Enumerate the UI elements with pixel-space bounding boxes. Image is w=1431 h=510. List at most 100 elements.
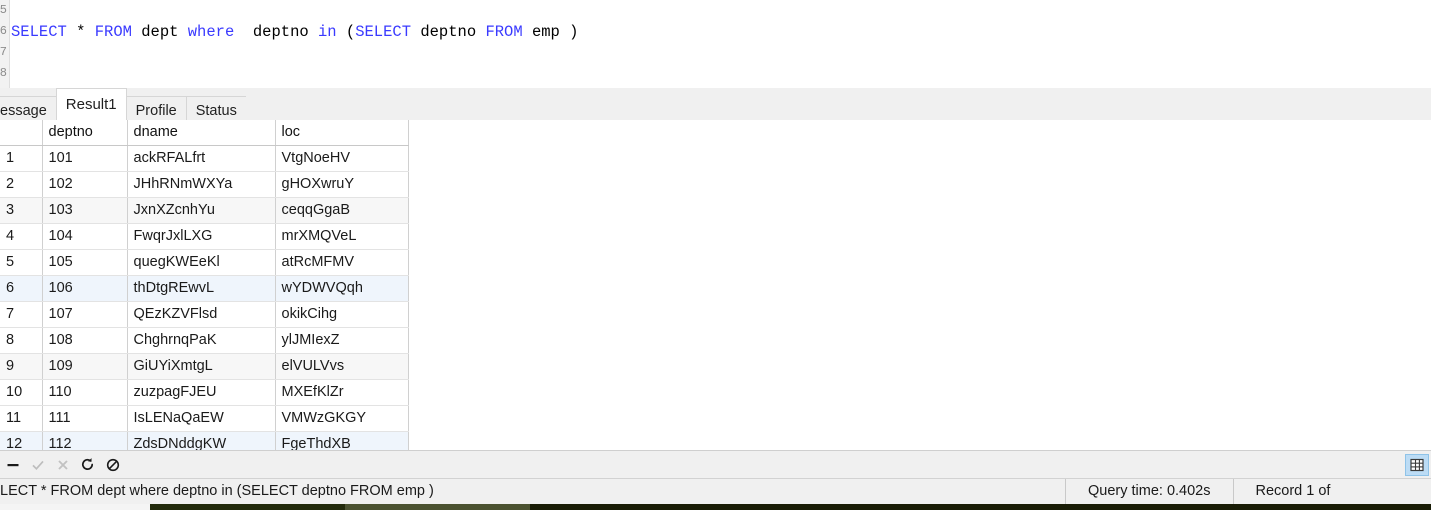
table-row[interactable]: 6 106 thDtgREwvL wYDWVQqh bbox=[0, 275, 409, 302]
column-header-deptno[interactable]: deptno bbox=[42, 120, 128, 146]
cell-rownum[interactable]: 2 bbox=[0, 171, 43, 198]
cell-rownum[interactable]: 5 bbox=[0, 249, 43, 276]
cell-loc[interactable]: ceqqGgaB bbox=[275, 197, 409, 224]
cell-rownum[interactable]: 10 bbox=[0, 379, 43, 406]
sql-token: deptno bbox=[411, 23, 486, 41]
sql-keyword: FROM bbox=[485, 23, 523, 41]
window-bottom-strip bbox=[0, 504, 1431, 510]
cell-loc[interactable]: okikCihg bbox=[275, 301, 409, 328]
cell-dname[interactable]: ChghrnqPaK bbox=[127, 327, 276, 354]
table-row[interactable]: 2 102 JHhRNmWXYa gHOXwruY bbox=[0, 171, 409, 198]
cell-dname[interactable]: zuzpagFJEU bbox=[127, 379, 276, 406]
cell-loc[interactable]: wYDWVQqh bbox=[275, 275, 409, 302]
cell-deptno[interactable]: 112 bbox=[42, 431, 128, 450]
status-query-time: Query time: 0.402s bbox=[1066, 479, 1234, 504]
grid-header-row: deptno dname loc bbox=[0, 120, 409, 146]
cell-deptno[interactable]: 110 bbox=[42, 379, 128, 406]
table-row[interactable]: 11 111 IsLENaQaEW VMWzGKGY bbox=[0, 405, 409, 432]
sql-token: dept bbox=[131, 23, 188, 41]
table-row[interactable]: 5 105 quegKWEeKl atRcMFMV bbox=[0, 249, 409, 276]
grid-body[interactable]: 1 101 ackRFALfrt VtgNoeHV 2 102 JHhRNmWXYa gHOX… bbox=[0, 145, 409, 450]
cell-loc[interactable]: atRcMFMV bbox=[275, 249, 409, 276]
cell-deptno[interactable]: 106 bbox=[42, 275, 128, 302]
column-header-rownum[interactable] bbox=[0, 120, 43, 146]
cell-dname[interactable]: thDtgREwvL bbox=[127, 275, 276, 302]
sql-editor[interactable]: 5 6 7 8 SELECT * FROM dept where deptno … bbox=[0, 0, 1431, 88]
stop-button[interactable] bbox=[100, 453, 125, 477]
tab-result1[interactable]: Result1 bbox=[55, 88, 127, 120]
grid-toolbar-buttons bbox=[0, 453, 125, 477]
cell-rownum[interactable]: 6 bbox=[0, 275, 43, 302]
cell-rownum[interactable]: 8 bbox=[0, 327, 43, 354]
cell-deptno[interactable]: 107 bbox=[42, 301, 128, 328]
sql-keyword: SELECT bbox=[11, 23, 67, 41]
cell-deptno[interactable]: 105 bbox=[42, 249, 128, 276]
result-grid[interactable]: deptno dname loc 1 101 ackRFALfrt VtgNoeHV 2… bbox=[0, 120, 409, 450]
cell-rownum[interactable]: 12 bbox=[0, 431, 43, 450]
sql-token: * bbox=[66, 23, 95, 41]
bottom-strip-segment bbox=[0, 504, 150, 510]
cell-rownum[interactable]: 7 bbox=[0, 301, 43, 328]
result-grid-container[interactable]: deptno dname loc 1 101 ackRFALfrt VtgNoeHV 2… bbox=[0, 120, 1431, 450]
cell-loc[interactable]: VtgNoeHV bbox=[275, 145, 409, 172]
status-bar: LECT * FROM dept where deptno in (SELECT… bbox=[0, 478, 1431, 504]
prohibit-icon bbox=[106, 458, 119, 471]
cell-dname[interactable]: quegKWEeKl bbox=[127, 249, 276, 276]
cell-rownum[interactable]: 4 bbox=[0, 223, 43, 250]
table-row[interactable]: 4 104 FwqrJxlLXG mrXMQVeL bbox=[0, 223, 409, 250]
column-header-loc[interactable]: loc bbox=[275, 120, 409, 146]
cell-deptno[interactable]: 104 bbox=[42, 223, 128, 250]
cell-dname[interactable]: IsLENaQaEW bbox=[127, 405, 276, 432]
cell-deptno[interactable]: 101 bbox=[42, 145, 128, 172]
sql-token: emp ) bbox=[522, 23, 579, 41]
sql-token: deptno bbox=[234, 23, 318, 41]
cell-dname[interactable]: JxnXZcnhYu bbox=[127, 197, 276, 224]
status-record-info: Record 1 of bbox=[1255, 483, 1331, 499]
table-row[interactable]: 12 112 ZdsDNddgKW FgeThdXB bbox=[0, 431, 409, 450]
column-header-dname[interactable]: dname bbox=[127, 120, 276, 146]
cell-dname[interactable]: QEzKZVFlsd bbox=[127, 301, 276, 328]
cell-loc[interactable]: ylJMIexZ bbox=[275, 327, 409, 354]
table-row[interactable]: 9 109 GiUYiXmtgL elVULVvs bbox=[0, 353, 409, 380]
sql-token: ( bbox=[336, 23, 356, 41]
cell-dname[interactable]: FwqrJxlLXG bbox=[127, 223, 276, 250]
sql-code-area[interactable]: SELECT * FROM dept where deptno in (SELE… bbox=[11, 0, 1431, 88]
grid-view-button[interactable] bbox=[1405, 453, 1429, 476]
cancel-change-button[interactable] bbox=[50, 453, 75, 477]
refresh-button[interactable] bbox=[75, 453, 100, 477]
cell-rownum[interactable]: 1 bbox=[0, 145, 43, 172]
table-row[interactable]: 10 110 zuzpagFJEU MXEfKlZr bbox=[0, 379, 409, 406]
table-row[interactable]: 8 108 ChghrnqPaK ylJMIexZ bbox=[0, 327, 409, 354]
line-number: 7 bbox=[0, 45, 7, 59]
apply-change-button[interactable] bbox=[25, 453, 50, 477]
sql-code-line[interactable]: SELECT * FROM dept where deptno in (SELE… bbox=[11, 21, 1431, 43]
remove-record-button[interactable] bbox=[0, 453, 25, 477]
sql-keyword: FROM bbox=[94, 23, 132, 41]
cell-loc[interactable]: gHOXwruY bbox=[275, 171, 409, 198]
sql-keyword: SELECT bbox=[355, 23, 412, 41]
grid-toolbar bbox=[0, 450, 1431, 478]
table-row[interactable]: 3 103 JxnXZcnhYu ceqqGgaB bbox=[0, 197, 409, 224]
cell-rownum[interactable]: 3 bbox=[0, 197, 43, 224]
cell-loc[interactable]: mrXMQVeL bbox=[275, 223, 409, 250]
cell-loc[interactable]: FgeThdXB bbox=[275, 431, 409, 450]
result-tabs: essage Result1 Profile Status bbox=[0, 88, 1431, 124]
cell-dname[interactable]: ZdsDNddgKW bbox=[127, 431, 276, 450]
cell-loc[interactable]: VMWzGKGY bbox=[275, 405, 409, 432]
cell-dname[interactable]: ackRFALfrt bbox=[127, 145, 276, 172]
table-row[interactable]: 1 101 ackRFALfrt VtgNoeHV bbox=[0, 145, 409, 172]
cell-dname[interactable]: GiUYiXmtgL bbox=[127, 353, 276, 380]
cell-rownum[interactable]: 11 bbox=[0, 405, 43, 432]
table-row[interactable]: 7 107 QEzKZVFlsd okikCihg bbox=[0, 301, 409, 328]
cell-deptno[interactable]: 111 bbox=[42, 405, 128, 432]
cell-loc[interactable]: MXEfKlZr bbox=[275, 379, 409, 406]
cell-rownum[interactable]: 9 bbox=[0, 353, 43, 380]
cell-deptno[interactable]: 109 bbox=[42, 353, 128, 380]
cell-deptno[interactable]: 108 bbox=[42, 327, 128, 354]
editor-line-number-gutter: 5 6 7 8 bbox=[0, 0, 10, 88]
cell-dname[interactable]: JHhRNmWXYa bbox=[127, 171, 276, 198]
cell-loc[interactable]: elVULVvs bbox=[275, 353, 409, 380]
cell-deptno[interactable]: 103 bbox=[42, 197, 128, 224]
bottom-strip-segment bbox=[530, 504, 1431, 510]
cell-deptno[interactable]: 102 bbox=[42, 171, 128, 198]
